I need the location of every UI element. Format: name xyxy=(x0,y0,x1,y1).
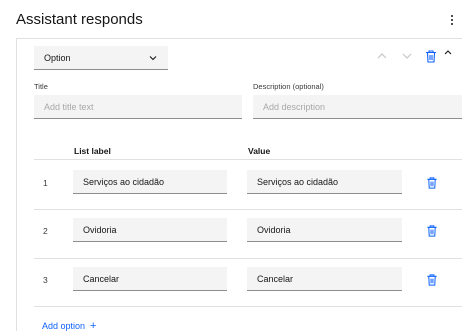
trash-icon[interactable] xyxy=(426,225,438,237)
move-up-button-secondary[interactable] xyxy=(440,44,456,60)
chevron-up-icon xyxy=(377,53,387,59)
title-label: Title xyxy=(34,82,48,91)
description-input[interactable]: Add description xyxy=(253,95,462,119)
add-option-label: Add option xyxy=(42,321,86,331)
list-label-input[interactable]: Serviços ao cidadão xyxy=(73,170,227,194)
value-input[interactable]: Cancelar xyxy=(247,267,402,291)
page-title: Assistant responds xyxy=(16,11,143,28)
trash-icon xyxy=(426,49,436,63)
header-divider xyxy=(16,38,462,39)
chevron-down-icon xyxy=(149,55,157,60)
response-type-selected: Option xyxy=(44,52,71,63)
description-label: Description (optional) xyxy=(253,82,324,91)
list-label-input[interactable]: Cancelar xyxy=(73,267,227,291)
row-number: 1 xyxy=(43,178,48,188)
plus-icon: + xyxy=(90,320,97,331)
overflow-menu-icon[interactable] xyxy=(446,12,458,28)
row-divider xyxy=(34,209,462,210)
row-divider xyxy=(34,306,462,307)
value-input[interactable]: Serviços ao cidadão xyxy=(247,170,402,194)
value-header: Value xyxy=(248,146,271,156)
move-down-button[interactable] xyxy=(399,48,415,64)
row-number: 3 xyxy=(43,275,48,285)
table-header-divider xyxy=(34,159,462,160)
delete-response-button[interactable] xyxy=(423,48,439,64)
list-label-input[interactable]: Ovidoria xyxy=(73,218,227,242)
chevron-down-icon xyxy=(402,53,412,59)
response-block-border xyxy=(16,39,17,331)
row-number: 2 xyxy=(43,226,48,236)
trash-icon[interactable] xyxy=(426,177,438,189)
title-input[interactable]: Add title text xyxy=(34,95,242,119)
list-label-header: List label xyxy=(74,146,111,156)
move-up-button[interactable] xyxy=(374,48,390,64)
row-divider xyxy=(34,258,462,259)
add-option-button[interactable]: Add option + xyxy=(42,320,96,331)
response-type-dropdown[interactable]: Option xyxy=(34,46,168,70)
trash-icon[interactable] xyxy=(426,274,438,286)
value-input[interactable]: Ovidoria xyxy=(247,218,402,242)
chevron-up-icon xyxy=(444,50,452,55)
